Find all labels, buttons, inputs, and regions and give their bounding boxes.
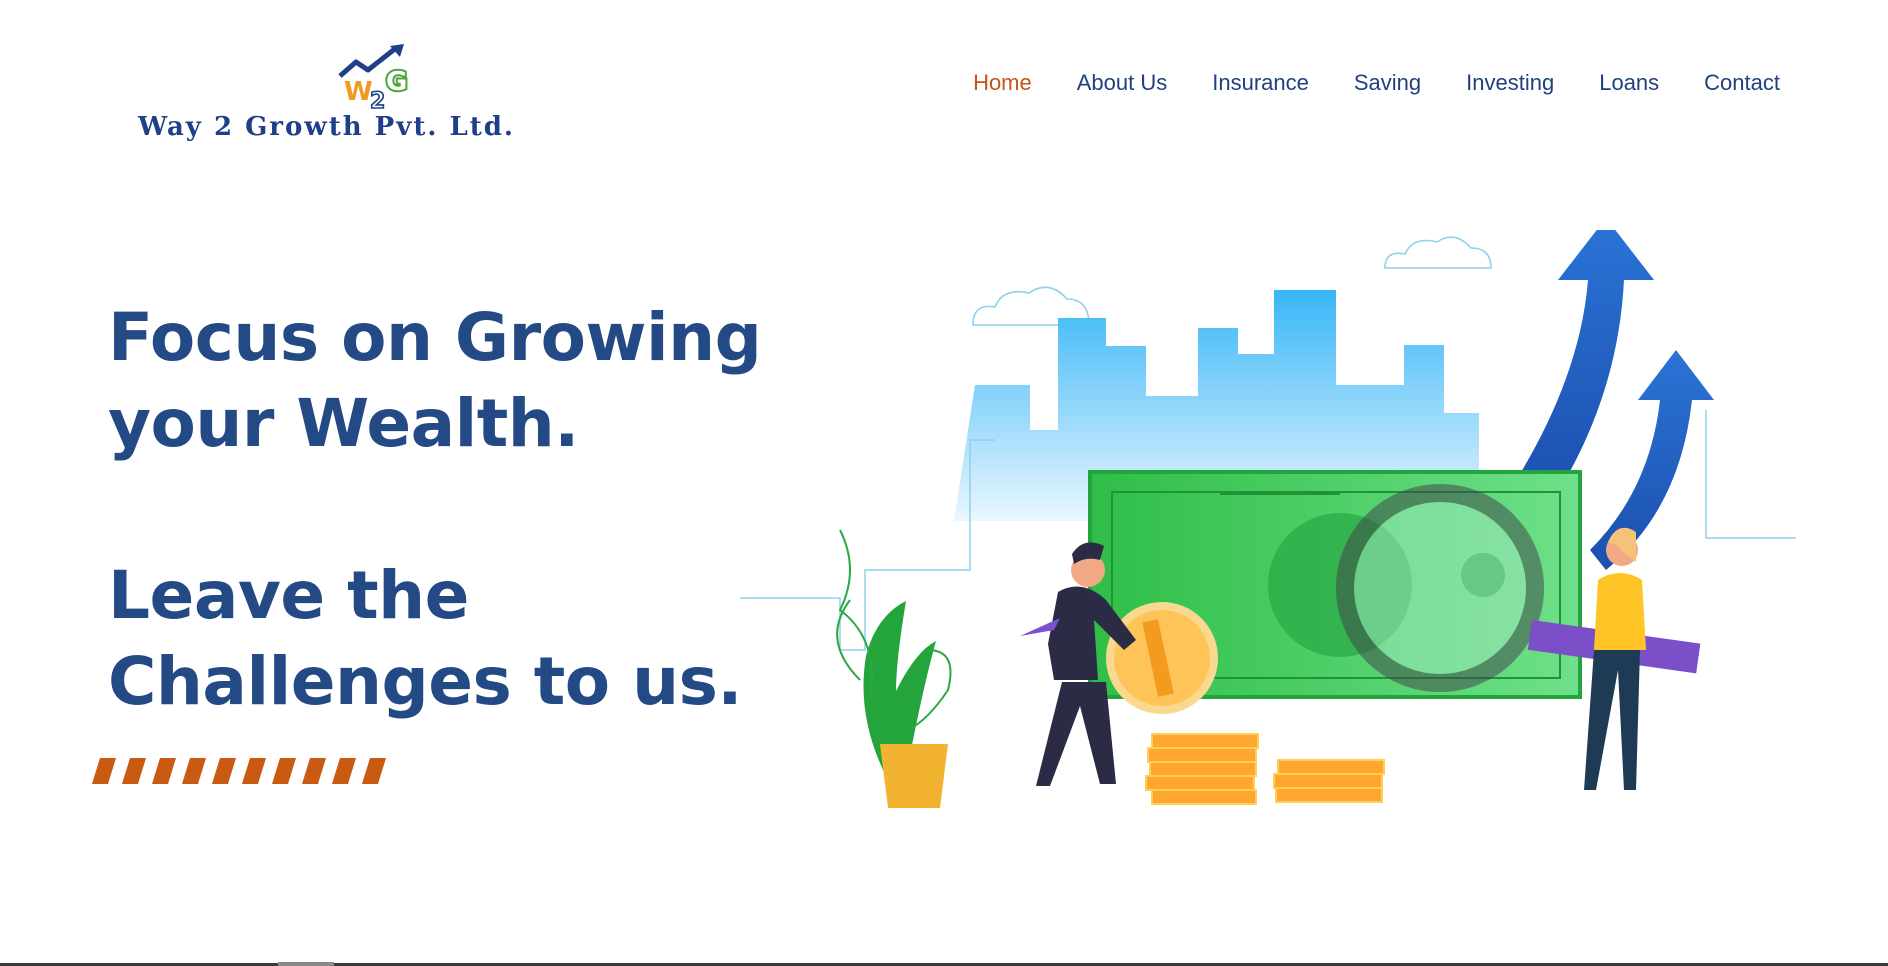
- nav-item-saving[interactable]: Saving: [1354, 70, 1421, 96]
- finance-growth-illustration: [740, 230, 1796, 808]
- hero-line-3: Leave the: [108, 557, 469, 634]
- scrollbar-thumb[interactable]: [278, 962, 334, 966]
- hero-line-1: Focus on Growing: [108, 299, 762, 376]
- hero-line-2: your Wealth.: [108, 385, 579, 462]
- hero-line-4: Challenges to us.: [108, 643, 742, 720]
- main-nav: Home About Us Insurance Saving Investing…: [973, 70, 1780, 96]
- growth-arrow-logo-icon: W 2 G G: [338, 44, 409, 114]
- nav-item-home[interactable]: Home: [973, 70, 1032, 96]
- nav-item-loans[interactable]: Loans: [1599, 70, 1659, 96]
- svg-text:2: 2: [370, 89, 385, 114]
- svg-text:G: G: [386, 67, 407, 97]
- svg-text:W: W: [344, 77, 373, 107]
- nav-item-contact[interactable]: Contact: [1704, 70, 1780, 96]
- site-header: W 2 G G Way 2 Growth Pvt. Ltd. Home Abou…: [0, 0, 1888, 150]
- nav-item-insurance[interactable]: Insurance: [1212, 70, 1309, 96]
- nav-item-investing[interactable]: Investing: [1466, 70, 1554, 96]
- brand-name: Way 2 Growth Pvt. Ltd.: [138, 112, 515, 142]
- hero-headline: Focus on Growing your Wealth. Leave the …: [108, 295, 808, 725]
- brand-logo[interactable]: W 2 G G Way 2 Growth Pvt. Ltd.: [138, 44, 620, 148]
- hero-accent-stripes: [92, 758, 386, 784]
- nav-item-about-us[interactable]: About Us: [1077, 70, 1168, 96]
